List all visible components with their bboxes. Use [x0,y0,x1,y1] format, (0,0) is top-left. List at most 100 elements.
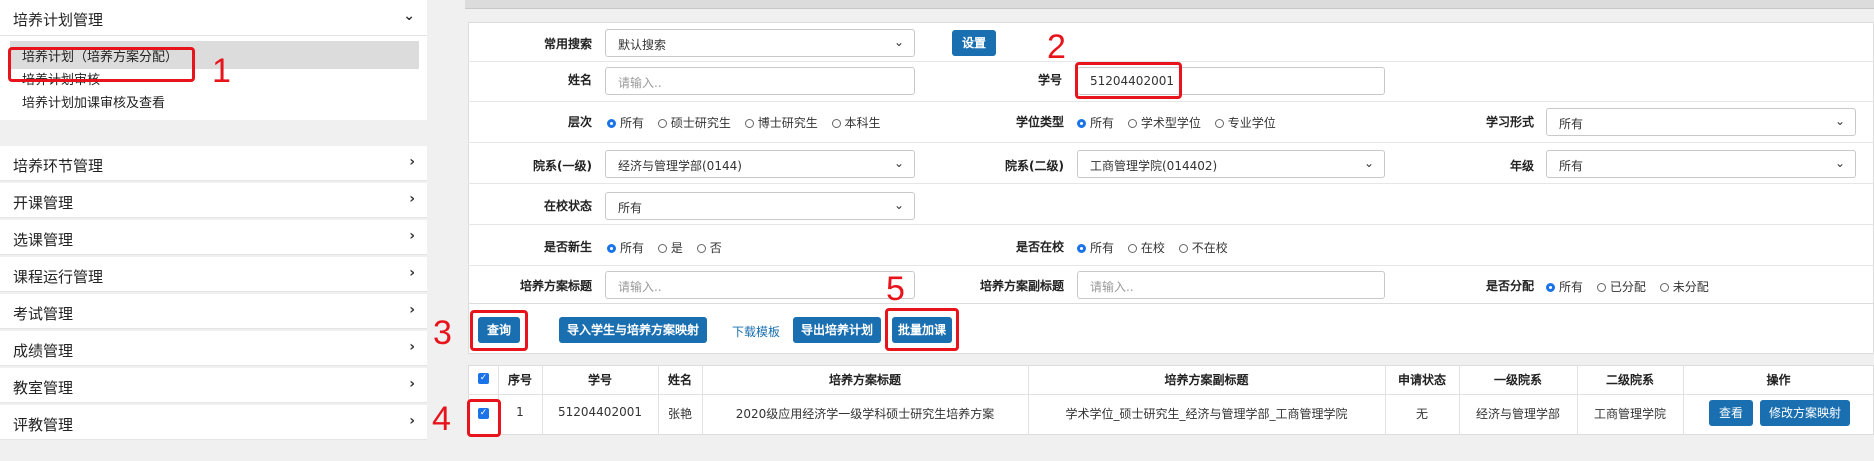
divider [468,224,1874,225]
degree-radio-all[interactable]: 所有 [1077,116,1114,130]
in-school-radio-yes[interactable]: 在校 [1127,241,1165,255]
annotation-box-5 [885,308,959,351]
view-button[interactable]: 查看 [1709,400,1753,426]
chevron-right-icon: › [409,339,415,355]
radio-label: 不在校 [1191,241,1228,255]
annotation-number-4: 4 [432,400,451,438]
degree-radio-professional[interactable]: 专业学位 [1214,116,1276,130]
th-plan-subtitle: 培养方案副标题 [1164,373,1249,387]
th-apply-status: 申请状态 [1397,373,1446,387]
select-all-checkbox[interactable]: ✓ [478,373,489,384]
dept2-label: 院系(二级) [1005,159,1064,173]
common-search-select[interactable]: 默认搜索 ⌄ [605,29,915,57]
radio-label: 否 [709,241,722,255]
assigned-radio-all[interactable]: 所有 [1546,280,1583,294]
modify-mapping-button[interactable]: 修改方案映射 [1760,400,1850,426]
dept2-value: 工商管理学院(014402) [1090,159,1218,173]
level-radio-all[interactable]: 所有 [607,116,644,130]
chevron-down-icon: ⌄ [893,198,904,212]
radio-label: 所有 [1090,116,1115,130]
status-select[interactable]: 所有 ⌄ [605,192,915,220]
cell-plan-title: 2020级应用经济学一级学科硕士研究生培养方案 [735,407,995,421]
plan-subtitle-label: 培养方案副标题 [979,279,1064,293]
new-radio-all[interactable]: 所有 [607,241,644,255]
menu-label: 选课管理 [13,231,74,249]
radio-label: 本科生 [844,116,881,130]
plan-title-label: 培养方案标题 [519,279,592,293]
menu-item-1[interactable]: 开课管理 › [0,183,427,218]
plan-title-input[interactable]: 请输入.. [605,271,915,299]
in-school-radio-group: 所有 在校 不在校 [1077,239,1238,256]
menu-label: 考试管理 [13,305,74,323]
plan-subtitle-input[interactable]: 请输入.. [1077,271,1385,299]
assigned-radio-no[interactable]: 未分配 [1659,280,1709,294]
chevron-down-icon: ⌄ [1363,156,1374,170]
submenu-item-add-course-review[interactable]: 培养计划加课审核及查看 [22,92,165,111]
radio-label: 所有 [620,116,645,130]
search-form [468,22,1874,272]
name-label: 姓名 [567,73,592,87]
import-mapping-button[interactable]: 导入学生与培养方案映射 [559,317,707,343]
menu-label: 课程运行管理 [13,268,104,286]
menu-label: 教室管理 [13,379,74,397]
menu-label: 培养环节管理 [13,157,104,175]
chevron-right-icon: › [409,228,415,244]
radio-label: 已分配 [1609,280,1646,294]
menu-item-6[interactable]: 教室管理 › [0,368,427,403]
menu-training-plan[interactable]: 培养计划管理 ⌄ [0,0,427,36]
radio-label: 专业学位 [1227,116,1276,130]
menu-item-3[interactable]: 课程运行管理 › [0,257,427,292]
in-school-radio-all[interactable]: 所有 [1077,241,1114,255]
chevron-down-icon: ⌄ [893,156,904,170]
degree-type-radio-group: 所有 学术型学位 专业学位 [1077,114,1286,131]
radio-label: 学术型学位 [1140,116,1201,130]
menu-item-4[interactable]: 考试管理 › [0,294,427,329]
name-input[interactable]: 请输入.. [605,67,915,95]
cell-index: 1 [516,405,524,419]
download-template-link[interactable]: 下载模板 [732,323,780,340]
settings-button[interactable]: 设置 [952,30,996,56]
level-radio-undergrad[interactable]: 本科生 [831,116,881,130]
menu-item-0[interactable]: 培养环节管理 › [0,146,427,181]
chevron-down-icon: ⌄ [1834,114,1845,128]
cell-name: 张艳 [667,407,692,421]
new-radio-no[interactable]: 否 [696,241,722,255]
assigned-radio-group: 所有 已分配 未分配 [1546,278,1719,295]
menu-item-5[interactable]: 成绩管理 › [0,331,427,366]
th-operation: 操作 [1766,373,1791,387]
degree-type-label: 学位类型 [1015,115,1064,129]
dept1-select[interactable]: 经济与管理学部(0144) ⌄ [605,150,915,178]
th-student-id: 学号 [587,373,612,387]
chevron-right-icon: › [409,376,415,392]
annotation-number-5: 5 [886,270,905,308]
radio-label: 所有 [1090,241,1115,255]
in-school-radio-no[interactable]: 不在校 [1178,241,1228,255]
divider [468,183,1874,184]
study-form-value: 所有 [1559,117,1584,131]
annotation-box-4 [467,399,501,437]
dept2-select[interactable]: 工商管理学院(014402) ⌄ [1077,150,1385,178]
menu-item-7[interactable]: 评教管理 › [0,405,427,440]
th-plan-title: 培养方案标题 [828,373,901,387]
th-dept1: 一级院系 [1493,373,1542,387]
divider [468,101,1874,102]
common-search-value: 默认搜索 [618,38,667,52]
level-radio-doctor[interactable]: 博士研究生 [744,116,818,130]
annotation-box-2 [1075,62,1182,99]
radio-label: 未分配 [1672,280,1709,294]
in-school-label: 是否在校 [1015,240,1064,254]
annotation-number-3: 3 [433,314,452,352]
assigned-radio-yes[interactable]: 已分配 [1596,280,1646,294]
radio-label: 硕士研究生 [670,116,731,130]
new-student-label: 是否新生 [543,240,592,254]
menu-item-2[interactable]: 选课管理 › [0,220,427,255]
chevron-right-icon: › [409,413,415,429]
export-plan-button[interactable]: 导出培养计划 [793,317,881,343]
new-radio-yes[interactable]: 是 [657,241,683,255]
degree-radio-academic[interactable]: 学术型学位 [1127,116,1201,130]
level-radio-master[interactable]: 硕士研究生 [657,116,731,130]
grade-select[interactable]: 所有 ⌄ [1546,150,1856,178]
table-header-divider [468,394,1874,395]
study-form-select[interactable]: 所有 ⌄ [1546,108,1856,136]
annotation-number-2: 2 [1047,28,1066,66]
